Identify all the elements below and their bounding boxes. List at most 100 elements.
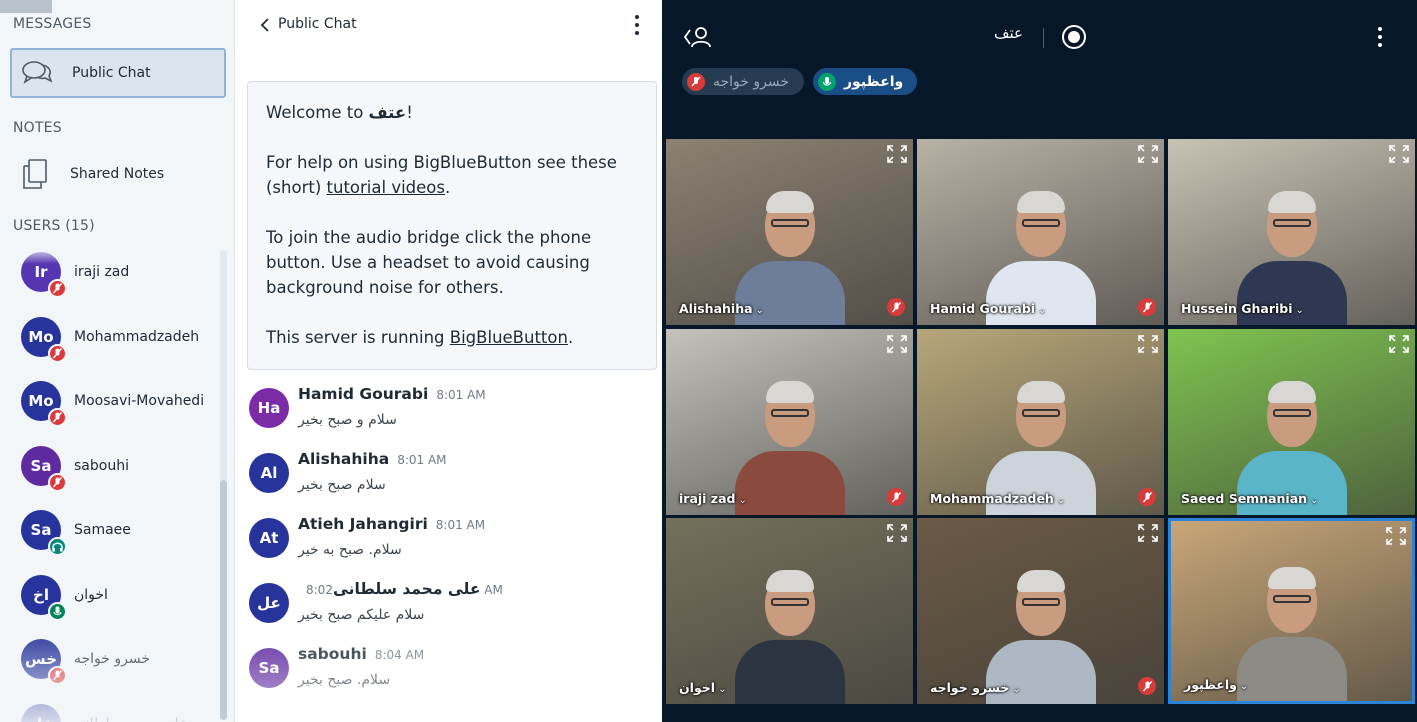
users-scrollbar-thumb[interactable] bbox=[220, 480, 227, 720]
record-button[interactable] bbox=[1062, 25, 1086, 49]
talker-indicator[interactable]: خسرو خواجه bbox=[682, 68, 804, 95]
public-chat-item[interactable]: Public Chat bbox=[10, 48, 226, 98]
message-text: سلام علیکم صبح بخیر bbox=[298, 607, 425, 623]
fullscreen-button[interactable] bbox=[1389, 145, 1409, 163]
mic-muted-icon bbox=[48, 279, 67, 298]
user-list-item[interactable]: اخ اخوان bbox=[0, 567, 220, 623]
audio-line: To join the audio bridge click the phone… bbox=[266, 228, 592, 297]
mic-icon bbox=[48, 601, 67, 621]
server-line: This server is running BigBlueButton. bbox=[266, 325, 638, 350]
participant-name-dropdown[interactable]: iraji zad ⌄ bbox=[679, 491, 747, 506]
welcome-room-name: عتف bbox=[368, 103, 407, 122]
user-list-item[interactable]: Mo Moosavi-Movahedi bbox=[0, 373, 220, 429]
user-list-item[interactable]: Mo Mohammadzadeh bbox=[0, 309, 220, 365]
participant-name-dropdown[interactable]: واعظپور ⌄ bbox=[1184, 677, 1248, 692]
video-tile[interactable]: Hamid Gourabi ⌄ bbox=[917, 139, 1164, 325]
message-sender: Atieh Jahangiri 8:01 AM bbox=[298, 515, 485, 533]
participant-name-dropdown[interactable]: Hussein Gharibi ⌄ bbox=[1181, 301, 1304, 316]
sender-name: Alishahiha bbox=[298, 450, 390, 468]
mic-muted-icon bbox=[887, 488, 905, 506]
participant-name-dropdown[interactable]: Hamid Gourabi ⌄ bbox=[930, 301, 1046, 316]
chat-title[interactable]: Public Chat bbox=[278, 16, 357, 32]
fullscreen-button[interactable] bbox=[887, 145, 907, 163]
video-tile[interactable]: اخوان ⌄ bbox=[666, 518, 913, 704]
video-tile[interactable]: واعظپور ⌄ bbox=[1168, 518, 1415, 704]
avatar-initials: Sa bbox=[30, 521, 52, 539]
fullscreen-button[interactable] bbox=[1386, 527, 1406, 545]
user-list-item[interactable]: Sa sabouhi bbox=[0, 438, 220, 494]
shared-notes-item[interactable]: Shared Notes bbox=[10, 149, 226, 199]
participant-name: Alishahiha bbox=[679, 301, 753, 316]
mic-muted-icon bbox=[1138, 298, 1156, 316]
message-time: 8:01 AM bbox=[436, 388, 486, 402]
message-time: 8:01 AM bbox=[435, 518, 486, 532]
video-tile[interactable]: خسرو خواجه ⌄ bbox=[917, 518, 1164, 704]
fullscreen-button[interactable] bbox=[887, 524, 907, 542]
sender-name: Hamid Gourabi bbox=[298, 385, 429, 403]
chevron-down-icon: ⌄ bbox=[1310, 495, 1319, 506]
message-avatar-initials: Ha bbox=[257, 399, 281, 417]
shared-notes-label: Shared Notes bbox=[70, 166, 165, 182]
message-avatar: Sa bbox=[249, 648, 289, 688]
participant-figure bbox=[734, 554, 845, 704]
avatar: Mo bbox=[21, 381, 67, 427]
sender-name: Atieh Jahangiri bbox=[298, 515, 428, 533]
mic-muted-icon bbox=[1138, 488, 1156, 506]
fullscreen-button[interactable] bbox=[1138, 145, 1158, 163]
video-tile[interactable]: Mohammadzadeh ⌄ bbox=[917, 329, 1164, 515]
participant-name-dropdown[interactable]: Saeed Semnanian ⌄ bbox=[1181, 491, 1318, 506]
participant-name: واعظپور bbox=[1184, 677, 1237, 692]
participant-name-dropdown[interactable]: اخوان ⌄ bbox=[679, 680, 726, 695]
message-avatar: عل bbox=[249, 583, 289, 623]
chevron-down-icon: ⌄ bbox=[1295, 305, 1304, 316]
fullscreen-button[interactable] bbox=[1138, 524, 1158, 542]
video-tile[interactable]: Saeed Semnanian ⌄ bbox=[1168, 329, 1415, 515]
message-sender: sabouhi 8:04 AM bbox=[298, 645, 424, 663]
participant-name: Mohammadzadeh bbox=[930, 491, 1054, 506]
participant-name-dropdown[interactable]: Alishahiha ⌄ bbox=[679, 301, 764, 316]
fullscreen-icon bbox=[1389, 145, 1409, 163]
participant-name: خسرو خواجه bbox=[930, 680, 1010, 695]
public-chat-label: Public Chat bbox=[72, 65, 151, 81]
avatar-initials: خس bbox=[24, 650, 57, 668]
help-line: For help on using BigBlueButton see thes… bbox=[266, 150, 638, 200]
mic-muted-icon bbox=[48, 343, 67, 363]
user-list-item[interactable]: عل علی محمد سلطانی bbox=[0, 696, 220, 722]
welcome-prefix: Welcome to bbox=[266, 103, 369, 122]
sidebar-top-tab[interactable] bbox=[0, 0, 52, 13]
meeting-options-button[interactable] bbox=[1368, 25, 1392, 49]
mic-muted-icon bbox=[887, 298, 905, 316]
user-name: اخوان bbox=[74, 586, 108, 603]
mic-muted-icon bbox=[48, 472, 67, 492]
fullscreen-button[interactable] bbox=[1138, 335, 1158, 353]
fullscreen-icon bbox=[887, 145, 907, 163]
avatar: اخ bbox=[21, 574, 67, 621]
fullscreen-button[interactable] bbox=[887, 335, 907, 353]
video-tile[interactable]: iraji zad ⌄ bbox=[666, 329, 913, 515]
avatar-initials: Mo bbox=[28, 392, 54, 410]
chat-options-button[interactable] bbox=[625, 13, 649, 37]
message-avatar: Ha bbox=[249, 388, 289, 428]
participant-name-dropdown[interactable]: Mohammadzadeh ⌄ bbox=[930, 491, 1065, 506]
video-tile[interactable]: Hussein Gharibi ⌄ bbox=[1168, 139, 1415, 325]
user-name: sabouhi bbox=[74, 457, 129, 474]
avatar-initials: اخ bbox=[33, 585, 49, 604]
chat-bubbles-icon bbox=[12, 50, 62, 96]
bigbluebutton-link[interactable]: BigBlueButton bbox=[450, 328, 568, 347]
user-name: علی محمد سلطانی bbox=[74, 716, 187, 722]
help-suffix: . bbox=[445, 178, 451, 197]
sender-name: sabouhi bbox=[298, 645, 367, 663]
hide-chat-button[interactable] bbox=[255, 14, 275, 36]
user-list-item[interactable]: Sa Samaee bbox=[0, 502, 220, 558]
user-list-item[interactable]: خس خسرو خواجه bbox=[0, 631, 220, 687]
participant-name-dropdown[interactable]: خسرو خواجه ⌄ bbox=[930, 680, 1021, 695]
video-tile[interactable]: Alishahiha ⌄ bbox=[666, 139, 913, 325]
tutorial-videos-link[interactable]: tutorial videos bbox=[327, 178, 445, 197]
fullscreen-button[interactable] bbox=[1389, 335, 1409, 353]
header-divider bbox=[1043, 28, 1044, 48]
message-avatar-initials: Sa bbox=[258, 659, 280, 677]
chevron-down-icon: ⌄ bbox=[718, 684, 727, 695]
chevron-down-icon: ⌄ bbox=[1012, 684, 1021, 695]
toggle-userlist-button[interactable] bbox=[682, 24, 712, 50]
talker-indicator-active[interactable]: واعظپور bbox=[813, 68, 917, 95]
